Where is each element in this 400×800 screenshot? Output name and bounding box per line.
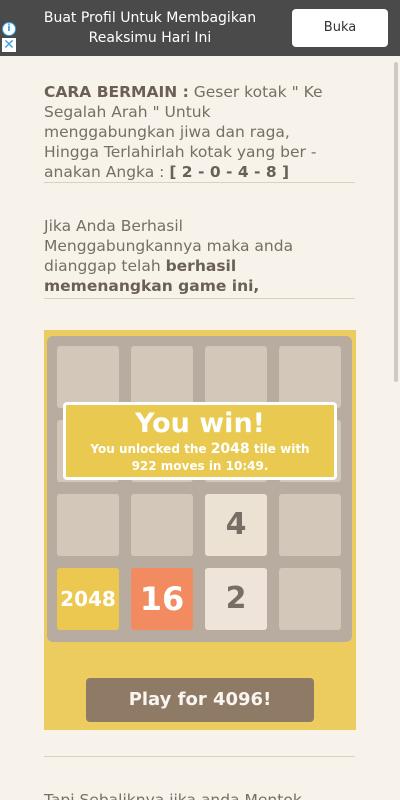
tile-2: 2 (205, 568, 267, 630)
instructions-heading: CARA BERMAIN : (44, 83, 189, 101)
continuation-paragraph: Tapi Sebaliknya jika anda Mentok Sampek (44, 791, 302, 800)
win-moves-time: 922 moves in 10:49. (131, 459, 269, 473)
game-image: 4 2048 16 2 You win! You unlocked the 2048 … (44, 330, 356, 730)
empty-cell (57, 494, 119, 556)
win-message-part: You unlocked the (90, 442, 211, 456)
empty-cell (279, 346, 341, 408)
win-dialog: You win! You unlocked the 2048 tile with… (63, 402, 337, 480)
play-for-4096-button[interactable]: Play for 4096! (86, 678, 314, 722)
win-message-part: tile with (249, 442, 310, 456)
empty-cell (205, 346, 267, 408)
win-tile-number: 2048 (210, 441, 250, 457)
ad-text[interactable]: Buat Profil Untuk Membagikan Reaksimu Ha… (28, 8, 272, 48)
tile-2048: 2048 (57, 568, 119, 630)
win-title: You win! (135, 408, 265, 439)
empty-cell (279, 568, 341, 630)
tile-16: 16 (131, 568, 193, 630)
empty-cell (57, 346, 119, 408)
empty-cell (131, 494, 193, 556)
scrollbar[interactable] (394, 62, 398, 382)
win-condition-paragraph: Jika Anda Berhasil Menggabungkannya maka… (44, 216, 344, 296)
divider (44, 756, 355, 757)
divider (44, 298, 355, 299)
ad-open-button[interactable]: Buka (292, 9, 388, 47)
instructions-paragraph: CARA BERMAIN : Geser kotak " Ke Segalah … (44, 82, 344, 182)
game-board: 4 2048 16 2 (47, 336, 352, 642)
divider (44, 182, 355, 183)
info-icon[interactable]: i (2, 22, 16, 36)
ad-banner[interactable]: i ✕ Buat Profil Untuk Membagikan Reaksim… (0, 0, 400, 56)
empty-cell (279, 494, 341, 556)
close-icon[interactable]: ✕ (2, 38, 16, 52)
empty-cell (131, 346, 193, 408)
win-message: You unlocked the 2048 tile with 922 move… (66, 441, 334, 475)
tile-4: 4 (205, 494, 267, 556)
target-number: [ 2 - 0 - 4 - 8 ] (169, 163, 290, 181)
